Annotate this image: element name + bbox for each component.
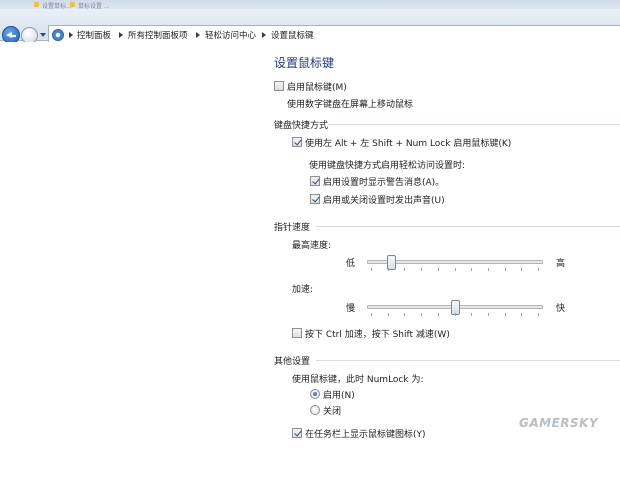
slider-tick-mark: [421, 268, 423, 271]
slider-tick-mark: [504, 268, 506, 271]
top-speed-max-label: 高: [556, 259, 566, 269]
acceleration-max-label: 快: [556, 304, 566, 314]
slider-tick-mark: [504, 313, 506, 316]
breadcrumb-all-items[interactable]: 所有控制面板项: [128, 29, 188, 41]
slider-tick-mark: [437, 313, 439, 316]
tab-favicon-icon: [70, 2, 75, 7]
slider-tick-mark: [371, 268, 372, 271]
make-sound-checkbox[interactable]: [310, 194, 320, 204]
slider-tick-mark: [471, 313, 473, 316]
slider-tick-mark: [487, 268, 489, 271]
breadcrumb-separator-icon[interactable]: [69, 32, 73, 38]
slider-tick-mark: [404, 313, 406, 316]
taskbar-icon-checkbox[interactable]: [292, 428, 302, 438]
tab-strip: 设置鼠标... 鼠标设置 ...: [0, 0, 620, 10]
keyboard-shortcut-heading: 键盘快捷方式: [274, 121, 329, 131]
warning-message-label[interactable]: 启用设置时显示警告消息(A)。: [323, 175, 444, 188]
divider: [316, 360, 620, 361]
recent-pages-chevron-icon[interactable]: [40, 33, 46, 37]
enable-mouse-keys-label[interactable]: 启用鼠标键(M): [287, 80, 347, 93]
numlock-prompt: 使用鼠标键，此时 NumLock 为:: [292, 375, 424, 385]
divider: [316, 226, 620, 227]
warning-message-checkbox[interactable]: [310, 176, 320, 186]
breadcrumb-control-panel[interactable]: 控制面板: [77, 29, 111, 41]
slider-tick-mark: [404, 268, 406, 271]
enable-mouse-keys-description: 使用数字键盘在屏幕上移动鼠标: [287, 100, 414, 110]
numlock-on-radio[interactable]: [310, 389, 320, 399]
slider-tick-mark: [521, 313, 523, 316]
slider-tick-mark: [454, 313, 456, 316]
breadcrumb-separator-icon[interactable]: [119, 32, 123, 38]
slider-tick-mark: [421, 313, 423, 316]
shortcut-enable-checkbox[interactable]: [292, 137, 302, 147]
numlock-off-label[interactable]: 关闭: [323, 404, 341, 417]
slider-tick-mark: [521, 268, 523, 271]
main-content: 设置鼠标键 启用鼠标键(M) 使用数字键盘在屏幕上移动鼠标 键盘快捷方式 使用左…: [0, 42, 620, 478]
top-speed-label: 最高速度:: [292, 241, 332, 251]
numlock-off-radio[interactable]: [310, 405, 320, 415]
control-panel-icon: [52, 29, 64, 41]
slider-tick-mark: [437, 268, 439, 271]
acceleration-min-label: 慢: [346, 304, 356, 314]
breadcrumb-separator-icon[interactable]: [262, 32, 266, 38]
breadcrumb-separator-icon[interactable]: [196, 32, 200, 38]
enable-mouse-keys-checkbox[interactable]: [274, 81, 284, 91]
slider-tick-mark: [371, 313, 372, 316]
divider: [328, 124, 620, 125]
navigation-bar: 控制面板 所有控制面板项 轻松访问中心 设置鼠标键: [0, 9, 620, 44]
taskbar-icon-label[interactable]: 在任务栏上显示鼠标键图标(Y): [305, 427, 426, 440]
breadcrumb-ease-of-access[interactable]: 轻松访问中心: [205, 29, 256, 41]
slider-tick-mark: [387, 268, 389, 271]
slider-tick-mark: [538, 313, 539, 316]
slider-tick-mark: [487, 313, 489, 316]
tab-favicon-icon: [34, 2, 39, 7]
shortcut-subheading: 使用键盘快捷方式启用轻松访问设置时:: [309, 161, 466, 171]
acceleration-label: 加速:: [292, 285, 314, 295]
ctrl-shift-speed-checkbox[interactable]: [292, 328, 302, 338]
pointer-speed-heading: 指针速度: [274, 223, 311, 233]
shortcut-enable-label[interactable]: 使用左 Alt + 左 Shift + Num Lock 启用鼠标键(K): [305, 136, 511, 149]
top-speed-min-label: 低: [346, 259, 356, 269]
make-sound-label[interactable]: 启用或关闭设置时发出声音(U): [323, 193, 445, 206]
slider-tick-mark: [471, 268, 473, 271]
watermark-logo: GAMERSKY: [519, 416, 599, 430]
slider-tick-mark: [454, 268, 456, 271]
other-settings-heading: 其他设置: [274, 357, 311, 367]
numlock-on-label[interactable]: 启用(N): [323, 388, 355, 401]
page-title: 设置鼠标键: [274, 56, 335, 70]
slider-tick-mark: [387, 313, 389, 316]
ctrl-shift-speed-label[interactable]: 按下 Ctrl 加速，按下 Shift 减速(W): [305, 327, 450, 340]
slider-tick-mark: [538, 268, 539, 271]
breadcrumb-current-page[interactable]: 设置鼠标键: [271, 29, 314, 41]
